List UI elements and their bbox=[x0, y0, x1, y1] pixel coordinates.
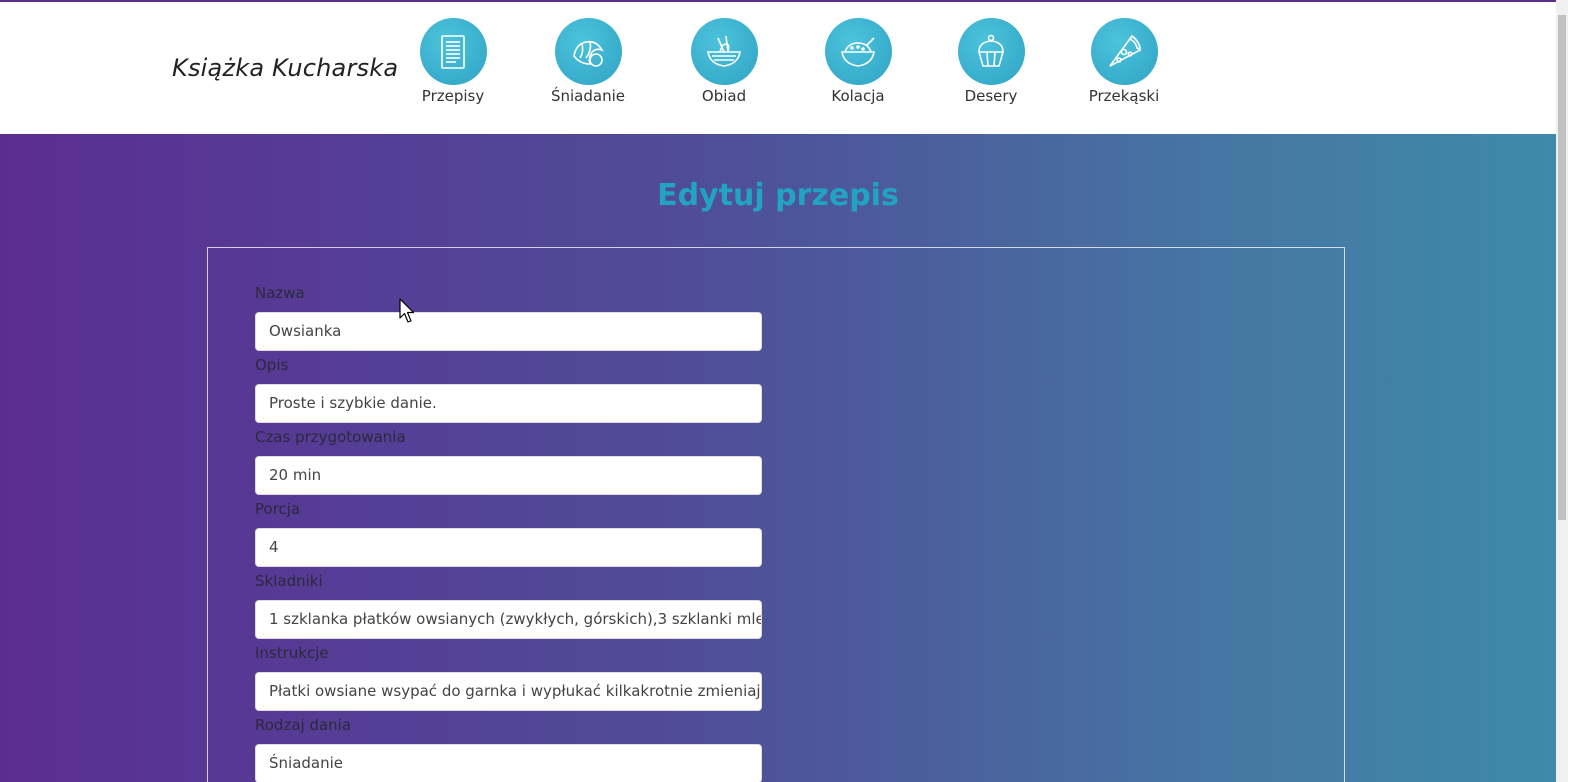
prep-time-label: Czas przygotowania bbox=[255, 428, 406, 446]
instructions-input[interactable]: Płatki owsiane wsypać do garnka i wypłuk… bbox=[255, 672, 762, 711]
name-input[interactable]: Owsianka bbox=[255, 312, 762, 351]
noodle-bowl-icon bbox=[690, 18, 758, 85]
portion-label: Porcja bbox=[255, 500, 301, 518]
edit-recipe-form: Nazwa Owsianka Opis Proste i szybkie dan… bbox=[207, 247, 1345, 782]
nav-label: Przekąski bbox=[1088, 87, 1160, 105]
nav-label: Przepisy bbox=[421, 87, 485, 105]
page-title: Edytuj przepis bbox=[657, 178, 899, 213]
page-scrollbar[interactable] bbox=[1556, 0, 1568, 782]
nav-label: Kolacja bbox=[831, 87, 885, 105]
dish-type-label: Rodzaj dania bbox=[255, 716, 352, 734]
brand-title[interactable]: Książka Kucharska bbox=[172, 54, 398, 82]
mouse-cursor-icon bbox=[399, 298, 415, 323]
cupcake-icon bbox=[957, 18, 1025, 85]
ingredients-input[interactable]: 1 szklanka płatków owsianych (zwykłych, … bbox=[255, 600, 762, 639]
dish-type-input[interactable]: Śniadanie bbox=[255, 744, 762, 782]
nav-item-desery[interactable]: Desery bbox=[936, 18, 1046, 105]
instructions-label: Instrukcje bbox=[255, 644, 329, 662]
pizza-slice-icon bbox=[1090, 18, 1158, 85]
name-label: Nazwa bbox=[255, 284, 305, 302]
nav-item-obiad[interactable]: Obiad bbox=[669, 18, 779, 105]
rice-bowl-icon bbox=[824, 18, 892, 85]
navbar: Książka Kucharska Przepisy Śniadanie Obi… bbox=[0, 2, 1568, 134]
document-icon bbox=[419, 18, 487, 85]
croissant-icon bbox=[554, 18, 622, 85]
nav-item-przekaski[interactable]: Przekąski bbox=[1069, 18, 1179, 105]
prep-time-input[interactable]: 20 min bbox=[255, 456, 762, 495]
description-label: Opis bbox=[255, 356, 289, 374]
nav-label: Śniadanie bbox=[550, 87, 625, 105]
nav-item-sniadanie[interactable]: Śniadanie bbox=[533, 18, 643, 105]
main-content: Edytuj przepis Nazwa Owsianka Opis Prost… bbox=[0, 134, 1556, 782]
portion-input[interactable]: 4 bbox=[255, 528, 762, 567]
nav-label: Desery bbox=[964, 87, 1018, 105]
nav-item-kolacja[interactable]: Kolacja bbox=[803, 18, 913, 105]
nav-label: Obiad bbox=[701, 87, 747, 105]
scrollbar-thumb[interactable] bbox=[1558, 15, 1566, 520]
description-input[interactable]: Proste i szybkie danie. bbox=[255, 384, 762, 423]
ingredients-label: Skladniki bbox=[255, 572, 323, 590]
nav-item-przepisy[interactable]: Przepisy bbox=[398, 18, 508, 105]
